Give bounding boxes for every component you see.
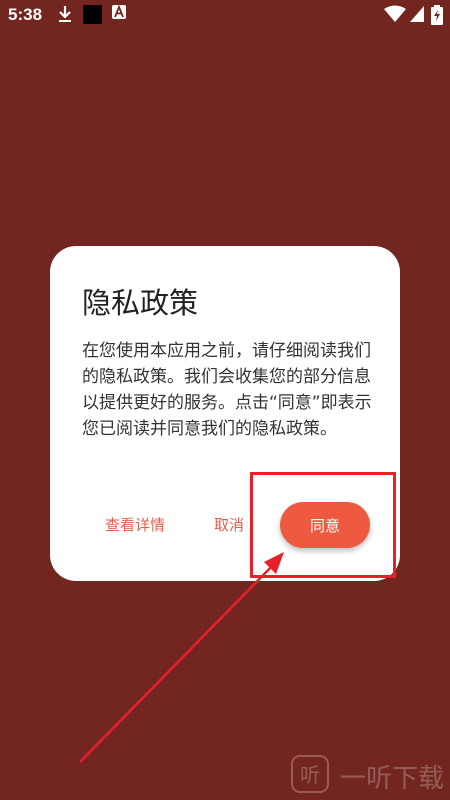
cancel-button[interactable]: 取消	[214, 514, 244, 535]
battery-icon	[431, 5, 443, 25]
black-square-icon	[83, 5, 102, 24]
a-icon	[112, 5, 126, 19]
status-time: 5:38	[8, 5, 43, 24]
dialog-body: 在您使用本应用之前，请仔细阅读我们的隐私政策。我们会收集您的部分信息以提供更好的…	[82, 341, 372, 439]
wifi-icon	[384, 5, 406, 22]
watermark-text: 一听下载	[340, 764, 445, 794]
status-bar: 5:38	[0, 0, 450, 30]
svg-text:听: 听	[300, 763, 320, 787]
highlight-box	[250, 472, 396, 578]
signal-icon	[410, 6, 424, 22]
view-details-button[interactable]: 查看详情	[105, 514, 165, 535]
download-icon	[59, 6, 71, 22]
watermark-logo-icon: 听	[291, 755, 329, 793]
watermark: 听 一听下载	[290, 752, 450, 800]
dialog-title: 隐私政策	[82, 286, 199, 320]
